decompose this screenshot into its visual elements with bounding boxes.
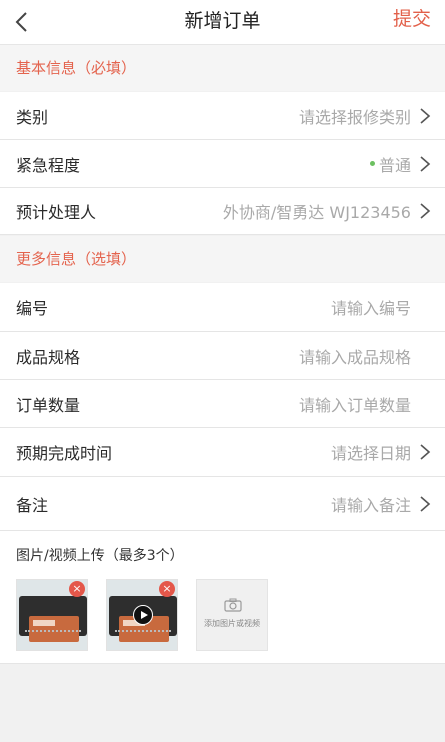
chevron-right-icon (420, 203, 431, 219)
upload-section: 图片/视频上传（最多3个） × × 添加图片或视频 (0, 531, 445, 664)
remark-row[interactable]: 备注 请输入备注 (0, 477, 445, 531)
handler-value: 外协商/智勇达 WJ123456 (222, 203, 411, 222)
upload-title: 图片/视频上传（最多3个） (16, 548, 184, 564)
delete-icon[interactable]: × (159, 581, 175, 597)
due-date-value: 请选择日期 (330, 444, 411, 463)
add-media-button[interactable]: 添加图片或视频 (196, 579, 268, 651)
chevron-right-icon (420, 444, 431, 460)
urgency-value: 普通 (369, 140, 411, 187)
urgency-label: 紧急程度 (16, 155, 81, 175)
urgency-row[interactable]: 紧急程度 普通 (0, 140, 445, 188)
nav-bar: 新增订单 提交 (0, 0, 445, 45)
video-thumbnail[interactable]: × (106, 579, 178, 651)
status-dot-icon (369, 161, 375, 166)
page-title: 新增订单 (184, 10, 261, 32)
handler-label: 预计处理人 (16, 203, 97, 222)
urgency-value-text: 普通 (378, 155, 411, 175)
spec-row[interactable]: 成品规格 请输入成品规格 (0, 332, 445, 380)
add-media-label: 添加图片或视频 (204, 619, 260, 628)
thumbnail-icons (25, 630, 81, 635)
number-row[interactable]: 编号 请输入编号 (0, 283, 445, 332)
quantity-input[interactable]: 请输入订单数量 (299, 380, 411, 427)
category-row[interactable]: 类别 请选择报修类别 (0, 92, 445, 140)
spec-label: 成品规格 (16, 347, 81, 367)
section-header-basic: 基本信息（必填） (0, 45, 445, 91)
number-label: 编号 (16, 299, 49, 318)
handler-row[interactable]: 预计处理人 外协商/智勇达 WJ123456 (0, 188, 445, 235)
play-icon[interactable] (133, 605, 153, 625)
category-label: 类别 (16, 107, 49, 127)
spec-input[interactable]: 请输入成品规格 (299, 332, 411, 379)
chevron-right-icon (420, 495, 431, 512)
remark-input[interactable]: 请输入备注 (331, 477, 411, 530)
thumbnail-panel-detail (33, 620, 55, 626)
due-date-label: 预期完成时间 (16, 444, 113, 463)
due-date-row[interactable]: 预期完成时间 请选择日期 (0, 428, 445, 477)
submit-button[interactable]: 提交 (393, 0, 431, 44)
category-value: 请选择报修类别 (298, 107, 411, 127)
chevron-right-icon (420, 155, 431, 172)
number-input[interactable]: 请输入编号 (331, 283, 411, 331)
image-thumbnail[interactable]: × (16, 579, 88, 651)
thumbnail-icons (115, 630, 171, 635)
delete-icon[interactable]: × (69, 581, 85, 597)
quantity-row[interactable]: 订单数量 请输入订单数量 (0, 380, 445, 428)
quantity-label: 订单数量 (16, 395, 81, 415)
section-header-more: 更多信息（选填） (0, 236, 445, 282)
remark-label: 备注 (16, 495, 49, 515)
camera-icon (224, 598, 242, 612)
chevron-right-icon (420, 107, 431, 124)
